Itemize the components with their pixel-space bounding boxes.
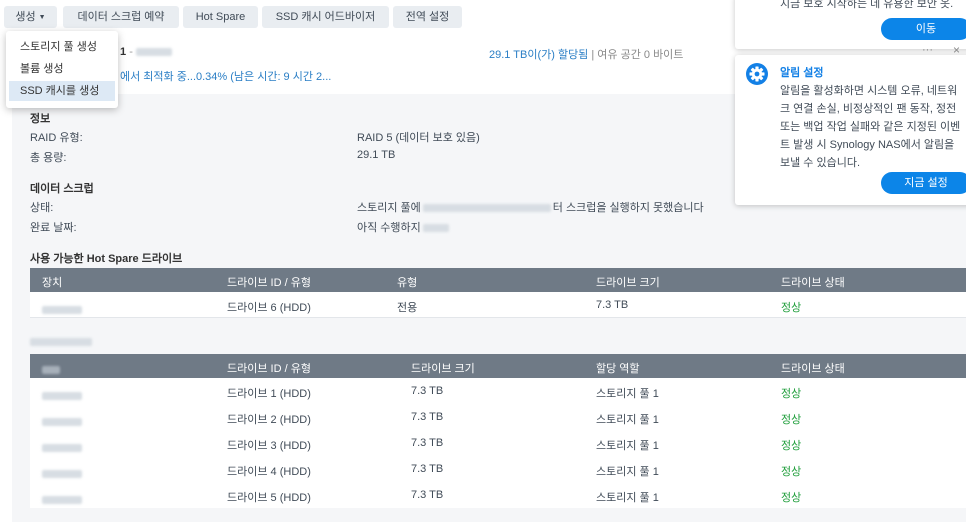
drive-info-section-title — [30, 336, 92, 348]
drive-id: 드라이브 3 (HDD) — [227, 440, 311, 452]
raid-type-value: RAID 5 (데이터 보호 있음) — [357, 132, 480, 144]
alert-settings-title: 알림 설정 — [780, 67, 824, 79]
drive-id: 드라이브 5 (HDD) — [227, 492, 311, 504]
table-row[interactable]: 드라이브 3 (HDD) 7.3 TB 스토리지 풀 1 정상 — [30, 430, 966, 456]
caret-down-icon: ▼ — [38, 14, 46, 21]
drive-id: 드라이브 6 (HDD) — [227, 302, 311, 314]
global-settings-button[interactable]: 전역 설정 — [393, 6, 462, 28]
scrub-status-value: 스토리지 풀에 터 스크럽을 실행하지 못했습니다 — [357, 202, 704, 214]
col-drive-status: 드라이브 상태 — [781, 277, 845, 289]
assigned-role: 스토리지 풀 1 — [596, 492, 659, 504]
col-drive-size: 드라이브 크기 — [596, 277, 660, 289]
gear-icon — [746, 63, 768, 85]
pool-free-space: 여유 공간 0 바이트 — [597, 49, 684, 61]
drive-status: 정상 — [781, 440, 802, 452]
table-row[interactable]: 드라이브 5 (HDD) 7.3 TB 스토리지 풀 1 정상 — [30, 482, 966, 508]
drive-size: 7.3 TB — [411, 463, 444, 475]
ssd-cache-advisor-button[interactable]: SSD 캐시 어드바이저 — [262, 6, 389, 28]
drive-size: 7.3 TB — [411, 489, 444, 501]
menu-item-create-ssd-cache[interactable]: SSD 캐시를 생성 — [9, 81, 115, 101]
scrub-done-label: 완료 날짜: — [30, 222, 77, 234]
col-drive-status: 드라이브 상태 — [781, 363, 845, 375]
col-drive-id: 드라이브 ID / 유형 — [227, 363, 311, 375]
scrub-section-title: 데이터 스크럽 — [30, 183, 94, 195]
col-drive-size: 드라이브 크기 — [411, 363, 475, 375]
col-drive-id: 드라이브 ID / 유형 — [227, 277, 311, 289]
create-dropdown-menu: 스토리지 풀 생성 볼륨 생성 SSD 캐시를 생성 — [6, 31, 118, 108]
drive-id: 드라이브 4 (HDD) — [227, 466, 311, 478]
table-row[interactable]: 드라이브 4 (HDD) 7.3 TB 스토리지 풀 1 정상 — [30, 456, 966, 482]
close-icon[interactable]: × — [953, 43, 960, 57]
go-button[interactable]: 이동 — [881, 18, 966, 40]
assigned-role: 스토리지 풀 1 — [596, 466, 659, 478]
drive-status: 정상 — [781, 492, 802, 504]
scrub-status-label: 상태: — [30, 202, 54, 214]
assigned-role: 스토리지 풀 1 — [596, 388, 659, 400]
col-device: 장치 — [42, 277, 63, 289]
scrub-schedule-button[interactable]: 데이터 스크럽 예약 — [63, 6, 179, 28]
drive-type: 전용 — [397, 302, 418, 314]
drive-size: 7.3 TB — [411, 385, 444, 397]
table-row[interactable]: 드라이브 6 (HDD) 전용 7.3 TB 정상 — [30, 292, 966, 318]
drive-size: 7.3 TB — [411, 437, 444, 449]
more-options-icon[interactable]: ··· — [922, 44, 933, 56]
alert-settings-body: 알림을 활성화하면 시스템 오류, 네트워크 연결 손실, 비정상적인 팬 동작… — [780, 85, 961, 169]
drive-id: 드라이브 2 (HDD) — [227, 414, 311, 426]
create-button[interactable]: 생성 ▼ — [4, 6, 57, 28]
drive-size: 7.3 TB — [411, 411, 444, 423]
drive-status: 정상 — [781, 414, 802, 426]
menu-item-create-storage-pool[interactable]: 스토리지 풀 생성 — [9, 37, 115, 57]
pool-name: 1 - — [120, 46, 172, 58]
drive-id: 드라이브 1 (HDD) — [227, 388, 311, 400]
col-assigned-role: 할당 역할 — [596, 363, 640, 375]
security-notification-text: 지금 보호 시작하는 데 유용한 보안 옷. — [780, 0, 954, 10]
info-section-title: 정보 — [30, 113, 51, 125]
scrub-done-value: 아직 수행하지 — [357, 219, 449, 235]
drive-info-table: 드라이브 ID / 유형 드라이브 크기 할당 역할 드라이브 상태 드라이브 … — [30, 354, 966, 510]
assigned-role: 스토리지 풀 1 — [596, 440, 659, 452]
menu-item-create-volume[interactable]: 볼륨 생성 — [9, 59, 115, 79]
hot-spare-table: 장치 드라이브 ID / 유형 유형 드라이브 크기 드라이브 상태 드라이브 … — [30, 268, 966, 318]
drive-status: 정상 — [781, 466, 802, 478]
drive-status: 정상 — [781, 302, 802, 314]
table-row[interactable]: 드라이브 2 (HDD) 7.3 TB 스토리지 풀 1 정상 — [30, 404, 966, 430]
drive-size: 7.3 TB — [596, 299, 629, 311]
pool-optimize-progress: 에서 최적화 중...0.34% (남은 시간: 9 시간 2... — [120, 71, 332, 83]
raid-type-label: RAID 유형: — [30, 132, 83, 144]
col-type: 유형 — [397, 277, 418, 289]
hot-spare-button[interactable]: Hot Spare — [183, 6, 258, 28]
hot-spare-section-title: 사용 가능한 Hot Spare 드라이브 — [30, 253, 183, 265]
pool-allocation: 29.1 TB이(가) 할당됨 | 여유 공간 0 바이트 — [489, 49, 684, 61]
create-button-label: 생성 — [15, 11, 36, 23]
table-row[interactable]: 드라이브 1 (HDD) 7.3 TB 스토리지 풀 1 정상 — [30, 378, 966, 404]
assigned-role: 스토리지 풀 1 — [596, 414, 659, 426]
total-capacity-label: 총 용량: — [30, 152, 67, 164]
set-now-button[interactable]: 지금 설정 — [881, 172, 966, 194]
total-capacity-value: 29.1 TB — [357, 149, 396, 161]
drive-info-table-header: 드라이브 ID / 유형 드라이브 크기 할당 역할 드라이브 상태 — [30, 354, 966, 378]
hot-spare-table-header: 장치 드라이브 ID / 유형 유형 드라이브 크기 드라이브 상태 — [30, 268, 966, 292]
drive-status: 정상 — [781, 388, 802, 400]
